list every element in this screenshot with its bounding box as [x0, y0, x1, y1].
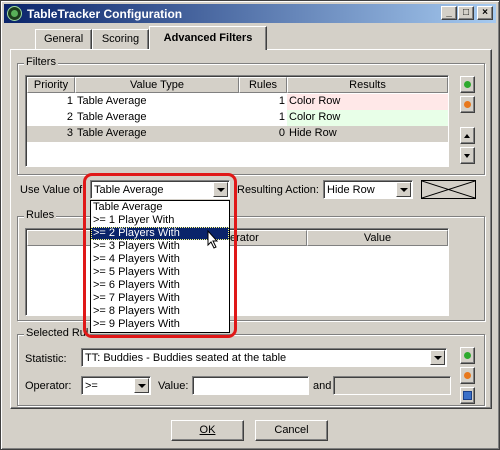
table-row-selected[interactable]: 3 Table Average 0 Hide Row	[27, 126, 448, 142]
resulting-action-select[interactable]: Hide Row	[323, 180, 413, 199]
statistic-select[interactable]: TT: Buddies - Buddies seated at the tabl…	[81, 348, 447, 367]
orange-minus-icon	[464, 101, 471, 108]
row-value-type: Table Average	[77, 95, 147, 107]
table-row[interactable]: 2 Table Average 1 Color Row	[27, 110, 448, 126]
statistic-label: Statistic:	[25, 353, 67, 365]
column-header-value[interactable]: Value	[307, 230, 448, 246]
list-item[interactable]: >= 5 Players With	[91, 266, 229, 279]
resulting-action-selected: Hide Row	[327, 184, 375, 196]
close-button[interactable]: ×	[477, 6, 493, 20]
rules-group-label: Rules	[24, 209, 57, 221]
ok-button[interactable]: OK	[171, 420, 244, 441]
filters-group-label: Filters	[24, 56, 58, 68]
list-item[interactable]: >= 8 Players With	[91, 305, 229, 318]
table-row[interactable]: 1 Table Average 1 Color Row	[27, 94, 448, 110]
list-item[interactable]: >= 4 Players With	[91, 253, 229, 266]
cancel-button[interactable]: Cancel	[255, 420, 328, 441]
value-label: Value:	[158, 380, 189, 392]
row-result: Hide Row	[289, 127, 337, 139]
add-filter-button[interactable]	[460, 76, 475, 93]
add-rule-button[interactable]	[460, 347, 475, 364]
app-icon	[7, 6, 22, 21]
column-header-operator[interactable]: erator	[225, 230, 307, 246]
floppy-disk-icon	[463, 391, 472, 400]
row-priority: 1	[66, 95, 73, 107]
green-plus-icon	[464, 352, 471, 359]
operator-selected: >=	[85, 380, 98, 392]
remove-rule-button[interactable]	[460, 367, 475, 384]
selected-rule-group-label: Selected Rul	[24, 327, 91, 339]
chevron-down-icon[interactable]	[430, 350, 445, 365]
list-item[interactable]: >= 1 Player With	[91, 214, 229, 227]
window-title: TableTracker Configuration	[27, 7, 183, 21]
green-plus-icon	[464, 81, 471, 88]
chevron-down-icon[interactable]	[213, 182, 228, 197]
use-value-select[interactable]: Table Average	[90, 180, 230, 199]
resulting-action-label: Resulting Action:	[237, 184, 319, 196]
statistic-selected: TT: Buddies - Buddies seated at the tabl…	[85, 352, 287, 364]
orange-minus-icon	[464, 372, 471, 379]
value-input[interactable]	[192, 376, 309, 395]
move-filter-up-button[interactable]	[460, 127, 475, 144]
action-color-swatch[interactable]	[421, 180, 476, 199]
use-value-selected: Table Average	[94, 184, 164, 196]
filters-grid: Priority Value Type Rules Results 1 Tabl…	[25, 75, 449, 167]
minimize-button[interactable]: _	[441, 6, 457, 20]
row-value-type: Table Average	[77, 111, 147, 123]
cancel-button-label: Cancel	[274, 424, 309, 436]
row-result: Color Row	[287, 110, 448, 126]
row-rules: 1	[278, 95, 285, 107]
column-header-rules[interactable]: Rules	[239, 77, 287, 93]
tab-general[interactable]: General	[35, 29, 92, 49]
row-priority: 3	[66, 127, 73, 139]
and-label: and	[313, 380, 332, 392]
empty-swatch-icon	[422, 181, 475, 198]
ok-button-label: OK	[199, 424, 216, 436]
row-value-type: Table Average	[77, 127, 147, 139]
selected-rule-group: Selected Rul	[17, 327, 485, 406]
and-value-input[interactable]	[333, 376, 451, 395]
column-header-results[interactable]: Results	[287, 77, 448, 93]
use-value-dropdown-list[interactable]: Table Average >= 1 Player With >= 2 Play…	[90, 200, 230, 333]
filters-grid-header: Priority Value Type Rules Results	[27, 77, 448, 93]
chevron-down-icon[interactable]	[134, 378, 149, 393]
row-rules: 1	[278, 111, 285, 123]
arrow-up-icon	[464, 134, 470, 138]
column-header-priority[interactable]: Priority	[27, 77, 75, 93]
row-rules: 0	[278, 127, 285, 139]
list-item[interactable]: >= 7 Players With	[91, 292, 229, 305]
operator-label: Operator:	[25, 380, 72, 392]
column-header-value-type[interactable]: Value Type	[75, 77, 239, 93]
list-item[interactable]: Table Average	[91, 201, 229, 214]
tab-scoring[interactable]: Scoring	[92, 29, 149, 49]
maximize-button[interactable]: □	[458, 6, 474, 20]
row-priority: 2	[66, 111, 73, 123]
config-window: TableTracker Configuration _ □ × General…	[0, 0, 500, 450]
list-item[interactable]: >= 9 Players With	[91, 318, 229, 331]
row-result: Color Row	[287, 94, 448, 110]
arrow-down-icon	[464, 154, 470, 158]
use-value-label: Use Value of:	[20, 184, 86, 196]
operator-select[interactable]: >=	[81, 376, 151, 395]
mouse-cursor-icon	[207, 230, 219, 249]
tab-advanced-filters[interactable]: Advanced Filters	[149, 26, 267, 50]
save-rule-button[interactable]	[460, 387, 475, 404]
move-filter-down-button[interactable]	[460, 147, 475, 164]
remove-filter-button[interactable]	[460, 96, 475, 113]
rules-grid: erator Value	[25, 228, 449, 316]
list-item[interactable]: >= 6 Players With	[91, 279, 229, 292]
chevron-down-icon[interactable]	[396, 182, 411, 197]
title-bar[interactable]: TableTracker Configuration _ □ ×	[4, 4, 496, 23]
